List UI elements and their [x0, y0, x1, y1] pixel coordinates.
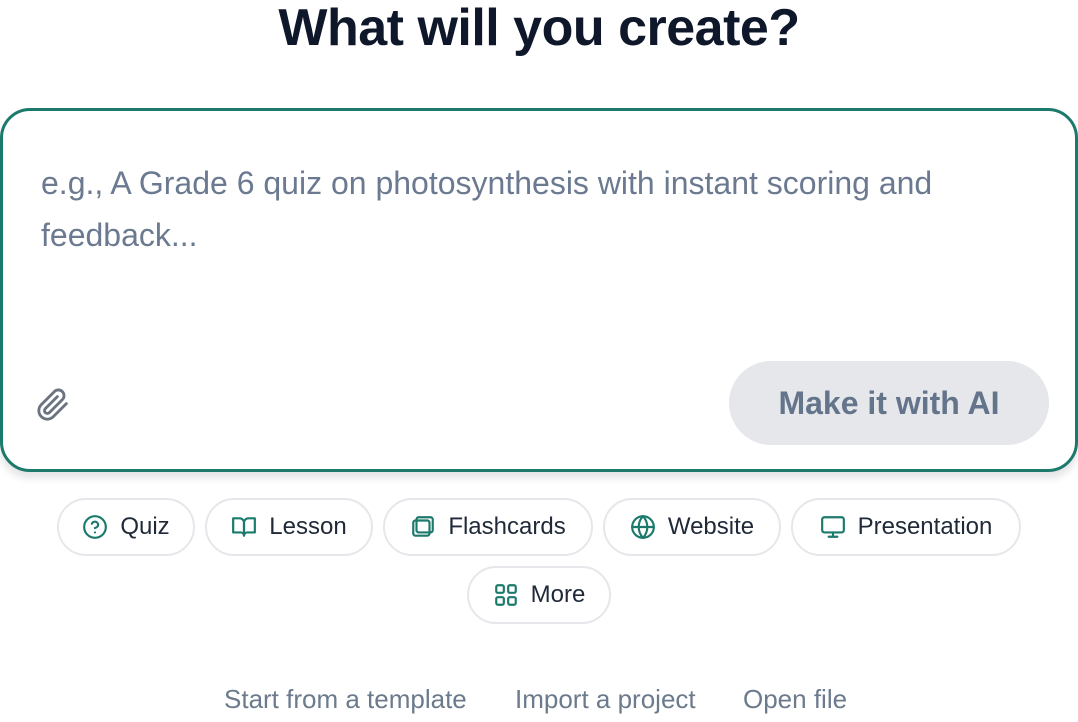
globe-icon [630, 514, 656, 540]
chip-presentation[interactable]: Presentation [791, 498, 1021, 556]
chip-label: Lesson [269, 513, 347, 540]
chip-label: Quiz [120, 513, 170, 540]
cards-icon [410, 514, 436, 540]
attach-file-button[interactable] [33, 385, 73, 425]
grid-icon [493, 582, 519, 608]
chip-label: Website [667, 513, 755, 540]
page-title: What will you create? [278, 0, 800, 57]
start-from-template-link[interactable]: Start from a template [224, 684, 467, 715]
import-project-link[interactable]: Import a project [515, 684, 696, 715]
paperclip-icon [37, 388, 68, 421]
chip-lesson[interactable]: Lesson [205, 498, 373, 556]
open-file-link[interactable]: Open file [743, 684, 847, 715]
open-book-icon [231, 514, 257, 540]
chip-quiz[interactable]: Quiz [57, 498, 195, 556]
secondary-actions: Start from a template Import a project O… [0, 684, 1078, 722]
help-circle-icon [82, 514, 108, 540]
chip-label: Presentation [857, 513, 993, 540]
create-page: What will you create? Make it with AI Qu… [0, 0, 1078, 722]
monitor-icon [820, 514, 846, 540]
make-with-ai-button[interactable]: Make it with AI [729, 361, 1049, 445]
chip-website[interactable]: Website [603, 498, 781, 556]
prompt-input[interactable] [41, 157, 1041, 347]
chip-more[interactable]: More [467, 566, 611, 624]
chip-flashcards[interactable]: Flashcards [383, 498, 593, 556]
prompt-composer: Make it with AI [0, 108, 1078, 472]
chip-label: More [530, 581, 586, 608]
chip-label: Flashcards [448, 513, 566, 540]
